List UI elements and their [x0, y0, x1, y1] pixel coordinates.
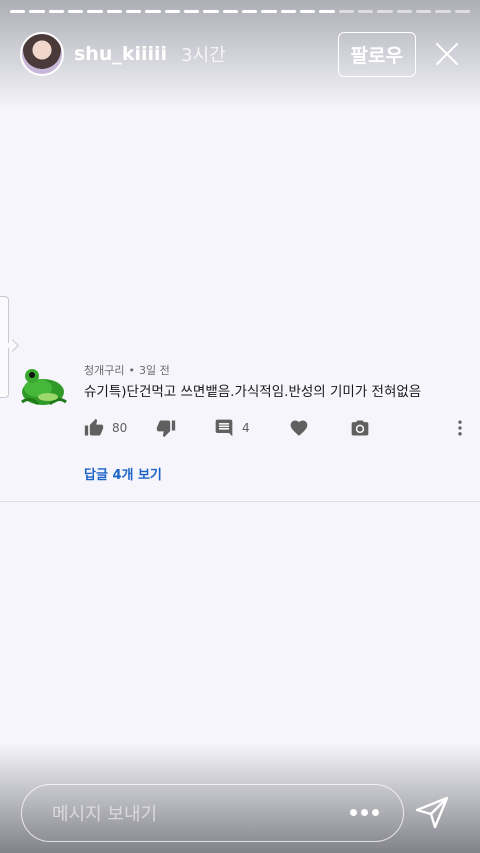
progress-segment — [280, 10, 296, 13]
more-options-button[interactable] — [450, 416, 470, 440]
progress-segment — [125, 10, 142, 13]
story-progress-bar — [10, 10, 470, 13]
more-horizontal-icon[interactable] — [350, 809, 379, 816]
like-count: 80 — [112, 421, 128, 435]
message-input[interactable]: 메시지 보내기 — [21, 784, 404, 842]
comment-age: 3일 전 — [138, 364, 170, 377]
progress-segment — [29, 10, 45, 13]
camera-button[interactable] — [350, 416, 370, 440]
progress-segment — [299, 10, 316, 13]
progress-segment — [396, 10, 412, 13]
heart-icon — [290, 420, 308, 436]
comment-author[interactable]: 청개구리 — [84, 364, 124, 377]
view-replies-link[interactable]: 답글 4개 보기 — [84, 464, 162, 483]
camera-icon — [351, 420, 369, 436]
progress-segment — [183, 10, 200, 13]
send-icon[interactable] — [414, 794, 450, 830]
progress-segment — [415, 10, 432, 13]
progress-segment — [222, 10, 238, 13]
comment-meta: 청개구리 • 3일 전 — [84, 362, 170, 378]
meta-separator: • — [128, 364, 135, 377]
like-button[interactable]: 80 — [84, 416, 127, 440]
progress-segment — [106, 10, 122, 13]
progress-segment — [145, 10, 161, 13]
progress-segment — [454, 10, 470, 13]
progress-segment — [261, 10, 277, 13]
heart-button[interactable] — [289, 416, 309, 440]
progress-segment — [357, 10, 374, 13]
avatar[interactable] — [20, 32, 64, 76]
progress-segment — [319, 10, 335, 13]
progress-segment — [87, 10, 103, 13]
progress-segment — [10, 10, 26, 13]
more-vertical-icon — [458, 420, 462, 436]
side-drawer-handle[interactable] — [0, 296, 9, 398]
comment-icon — [215, 419, 233, 437]
progress-segment — [377, 10, 393, 13]
progress-segment — [203, 10, 219, 13]
comment-actions: 80 4 — [84, 416, 468, 440]
username[interactable]: shu_kiiiii — [74, 43, 167, 65]
progress-segment — [67, 10, 84, 13]
progress-segment — [164, 10, 180, 13]
story-header: shu_kiiiii 3시간 팔로우 — [20, 30, 462, 78]
dislike-button[interactable] — [156, 416, 176, 440]
frog-avatar — [21, 369, 67, 406]
comment-text: 슈기특)단건먹고 쓰면뱉음.가식적임.반성의 기미가 전혀없음 — [84, 384, 422, 400]
story-time: 3시간 — [181, 45, 226, 66]
close-icon[interactable] — [432, 39, 462, 69]
follow-button[interactable]: 팔로우 — [337, 31, 416, 77]
progress-segment — [338, 10, 354, 13]
progress-segment — [435, 10, 451, 13]
progress-segment — [48, 10, 64, 13]
reply-button[interactable]: 4 — [214, 416, 250, 440]
message-placeholder: 메시지 보내기 — [52, 804, 158, 825]
progress-segment — [241, 10, 258, 13]
reply-count: 4 — [242, 421, 250, 435]
thumbs-down-icon — [156, 420, 176, 438]
divider — [0, 501, 480, 502]
thumbs-up-icon — [84, 418, 104, 436]
